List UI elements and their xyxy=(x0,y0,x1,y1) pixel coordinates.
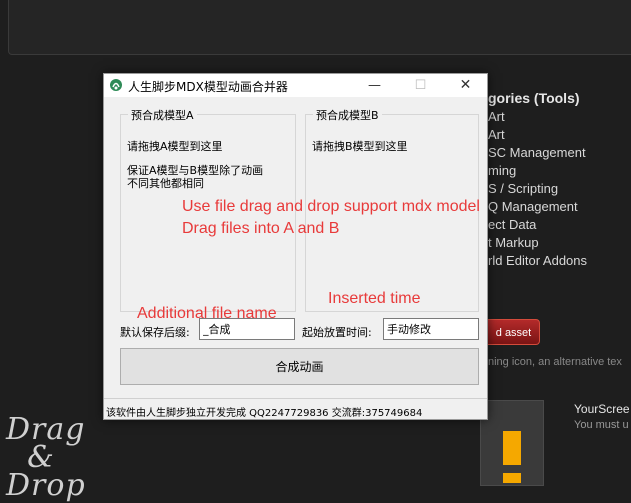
background-category-item[interactable]: rld Editor Addons xyxy=(488,252,587,270)
window-title: 人生脚步MDX模型动画合并器 xyxy=(128,80,288,94)
background-warning-icon xyxy=(480,400,544,486)
maximize-button[interactable]: ☐ xyxy=(398,74,443,97)
group-b-title: 预合成模型B xyxy=(313,107,382,123)
background-category-item[interactable]: SC Management xyxy=(488,144,587,162)
background-categories-heading: gories (Tools) xyxy=(488,90,580,106)
start-time-label: 起始放置时间: xyxy=(302,326,372,339)
status-text: 该软件由人生脚步独立开发完成 QQ2247729836 交流群:37574968… xyxy=(106,408,423,419)
background-category-item[interactable]: Art xyxy=(488,126,587,144)
group-a-instruction: 请拖拽A模型到这里 xyxy=(127,140,223,153)
minimize-button[interactable]: — xyxy=(352,74,397,97)
group-a-note-line2: 不同其他都相同 xyxy=(127,177,204,190)
background-add-asset-button[interactable]: d asset xyxy=(488,319,540,345)
merge-animation-button[interactable]: 合成动画 xyxy=(120,348,479,385)
warning-bar xyxy=(503,431,521,465)
background-category-item[interactable]: Art xyxy=(488,108,587,126)
group-a-title: 预合成模型A xyxy=(128,107,197,123)
background-top-panel xyxy=(8,0,631,55)
annotation-inserted-time: Inserted time xyxy=(328,290,421,307)
app-icon xyxy=(110,79,122,91)
status-divider xyxy=(104,398,487,399)
background-screenshot-title: YourScree xyxy=(574,402,630,416)
app-window: 人生脚步MDX模型动画合并器 — ☐ ✕ 预合成模型A 请拖拽A模型到这里 保证… xyxy=(103,73,488,420)
background-category-item[interactable]: ect Data xyxy=(488,216,587,234)
background-category-item[interactable]: ming xyxy=(488,162,587,180)
title-bar[interactable]: 人生脚步MDX模型动画合并器 — ☐ ✕ xyxy=(104,74,487,97)
background-category-item[interactable]: t Markup xyxy=(488,234,587,252)
background-hint-text: ning icon, an alternative tex xyxy=(488,356,622,368)
annotation-drag-drop-support: Use file drag and drop support mdx model xyxy=(182,198,480,215)
group-a-note-line1: 保证A模型与B模型除了动画 xyxy=(127,164,264,177)
close-button[interactable]: ✕ xyxy=(443,74,488,97)
background-category-list: Art Art SC Management ming S / Scripting… xyxy=(488,108,587,270)
warning-dot xyxy=(503,473,521,483)
suffix-label: 默认保存后缀: xyxy=(120,326,190,339)
suffix-input[interactable] xyxy=(199,318,295,340)
background-category-item[interactable]: Q Management xyxy=(488,198,587,216)
background-drag-drop-logo: Drag & Drop xyxy=(6,412,86,503)
background-category-item[interactable]: S / Scripting xyxy=(488,180,587,198)
background-screenshot-subtitle: You must u xyxy=(574,419,629,431)
annotation-drag-into-a-b: Drag files into A and B xyxy=(182,220,340,237)
group-b-instruction: 请拖拽B模型到这里 xyxy=(312,140,408,153)
start-time-input[interactable] xyxy=(383,318,479,340)
